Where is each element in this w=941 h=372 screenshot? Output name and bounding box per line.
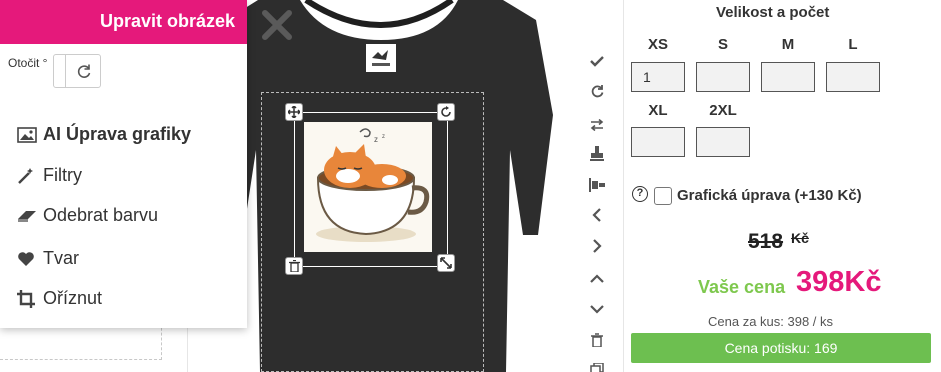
size-label-xs: XS bbox=[647, 36, 668, 53]
trash-icon bbox=[288, 260, 300, 272]
your-price-value: 398Kč bbox=[796, 266, 882, 298]
menu-label: Filtry bbox=[43, 165, 82, 185]
menu-label: Tvar bbox=[43, 248, 79, 268]
chevron-left-icon bbox=[592, 208, 601, 222]
size-label-s: S bbox=[717, 36, 728, 53]
chevron-up-icon bbox=[590, 274, 604, 283]
menu-crop[interactable]: Oříznut bbox=[17, 288, 102, 309]
old-price-currency: Kč bbox=[791, 230, 809, 246]
resize-handle[interactable] bbox=[437, 254, 455, 272]
heart-icon bbox=[18, 251, 34, 266]
move-down-button[interactable] bbox=[588, 300, 606, 318]
eraser-icon bbox=[18, 210, 36, 222]
menu-label: AI Úprava grafiky bbox=[43, 124, 192, 144]
flip-button[interactable] bbox=[588, 116, 606, 134]
quantity-input-s[interactable] bbox=[696, 62, 750, 92]
rotate-icon bbox=[441, 106, 451, 117]
quantity-input-xs[interactable]: 1 bbox=[631, 62, 685, 92]
print-price-button[interactable]: Cena potisku: 169 bbox=[631, 333, 931, 363]
move-handle[interactable] bbox=[285, 103, 303, 121]
copy-icon bbox=[590, 363, 604, 372]
size-title: Velikost a počet bbox=[716, 4, 830, 21]
stamp-button[interactable] bbox=[588, 145, 606, 163]
menu-filters[interactable]: Filtry bbox=[17, 165, 82, 186]
size-label-l: L bbox=[848, 36, 858, 53]
graphic-edit-checkbox[interactable] bbox=[654, 187, 672, 205]
graphic-edit-label: Grafická úprava (+130 Kč) bbox=[677, 187, 862, 204]
duplicate-button[interactable] bbox=[588, 360, 606, 372]
menu-label: Odebrat barvu bbox=[43, 205, 159, 225]
quantity-input-l[interactable] bbox=[826, 62, 880, 92]
unit-price: Cena za kus: 398 / ks bbox=[708, 314, 834, 329]
menu-label: Oříznut bbox=[43, 288, 103, 308]
help-icon[interactable]: ? bbox=[632, 186, 648, 202]
size-label-2xl: 2XL bbox=[709, 102, 737, 119]
check-icon bbox=[590, 56, 604, 67]
move-left-button[interactable] bbox=[588, 206, 606, 224]
size-label-xl: XL bbox=[648, 102, 668, 119]
size-label-m: M bbox=[781, 36, 795, 53]
menu-remove-color[interactable]: Odebrat barvu bbox=[17, 205, 158, 226]
move-icon bbox=[288, 106, 300, 118]
refresh-icon bbox=[591, 85, 604, 98]
quantity-input-m[interactable] bbox=[761, 62, 815, 92]
edit-image-panel: Upravit obrázek Otočit ° AI Úprava grafi… bbox=[0, 0, 247, 328]
move-right-button[interactable] bbox=[588, 237, 606, 255]
designer-root: z z Upravit obrázek Otočit ° AI Úprava g… bbox=[0, 0, 941, 372]
delete-handle[interactable] bbox=[285, 257, 303, 275]
image-icon bbox=[17, 126, 37, 143]
your-price-label: Vaše cena bbox=[698, 277, 786, 297]
delete-button[interactable] bbox=[588, 331, 606, 349]
old-price: 518 bbox=[748, 230, 784, 253]
swap-icon bbox=[590, 119, 604, 131]
rotate-label: Otočit ° bbox=[8, 56, 48, 70]
resize-icon bbox=[440, 257, 452, 269]
chevron-right-icon bbox=[593, 239, 602, 253]
chevron-down-icon bbox=[590, 305, 604, 314]
crop-icon bbox=[17, 289, 35, 308]
quantity-input-xl[interactable] bbox=[631, 127, 685, 157]
magic-wand-icon bbox=[18, 167, 33, 184]
selection-frame bbox=[294, 112, 448, 267]
stamp-icon bbox=[590, 146, 604, 161]
rotate-handle[interactable] bbox=[437, 103, 455, 121]
quantity-input-2xl[interactable] bbox=[696, 127, 750, 157]
move-up-button[interactable] bbox=[588, 270, 606, 288]
menu-ai-edit[interactable]: AI Úprava grafiky bbox=[17, 124, 191, 145]
rotate-button[interactable] bbox=[53, 54, 101, 88]
align-icon bbox=[589, 178, 605, 192]
close-icon[interactable] bbox=[260, 8, 294, 42]
refresh-icon bbox=[77, 64, 91, 78]
align-button[interactable] bbox=[588, 176, 606, 194]
trash-icon bbox=[591, 333, 603, 347]
confirm-button[interactable] bbox=[588, 52, 606, 70]
panel-title: Upravit obrázek bbox=[0, 0, 247, 44]
reset-button[interactable] bbox=[588, 82, 606, 100]
menu-shape[interactable]: Tvar bbox=[17, 248, 79, 269]
